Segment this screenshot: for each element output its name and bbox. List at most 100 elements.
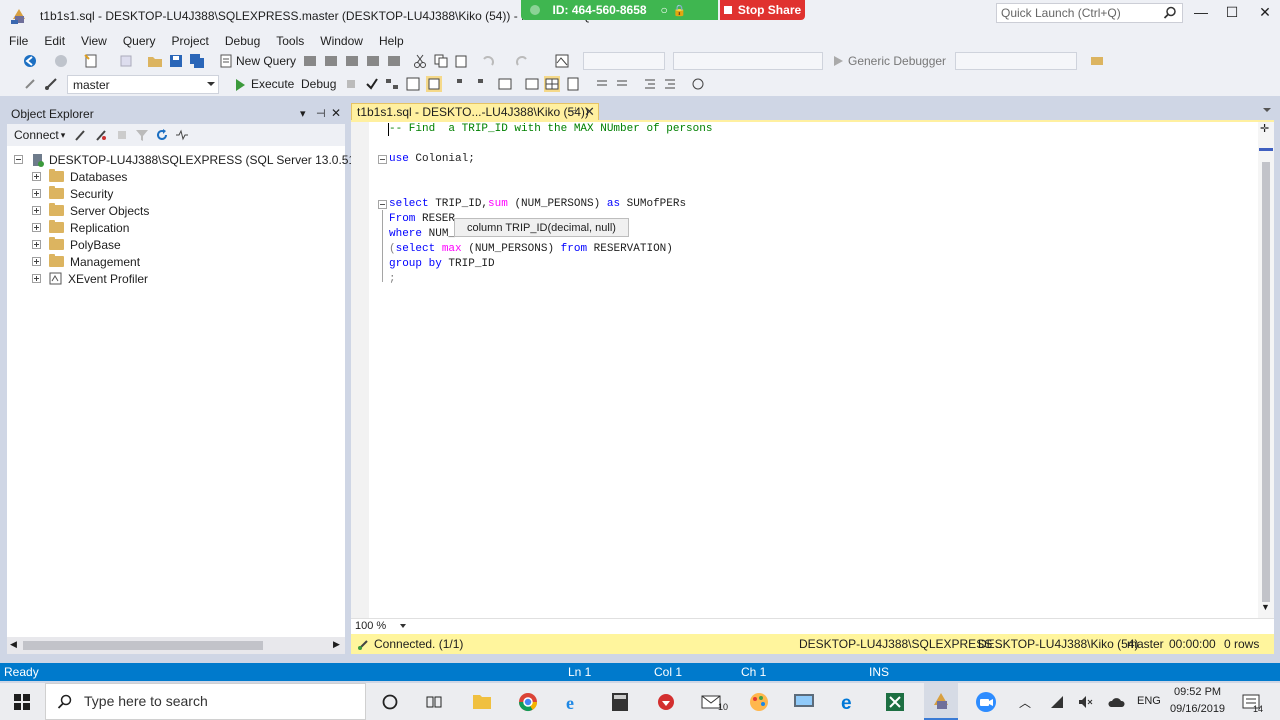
onedrive-icon[interactable]: [1107, 695, 1125, 709]
file-explorer-icon[interactable]: [472, 692, 492, 710]
tree-item-security[interactable]: Security: [32, 185, 113, 202]
forward-icon[interactable]: [53, 53, 69, 69]
tree-item-replication[interactable]: Replication: [32, 219, 129, 236]
clock-date[interactable]: 09/16/2019: [1170, 703, 1225, 715]
results-grid-icon[interactable]: [544, 76, 560, 92]
tree-item-server-objects[interactable]: Server Objects: [32, 202, 149, 219]
back-icon[interactable]: [22, 53, 38, 69]
tab-list-dropdown-icon[interactable]: [1263, 108, 1271, 112]
wifi-icon[interactable]: [1049, 694, 1065, 710]
filter-icon[interactable]: [135, 128, 149, 142]
pause-icon[interactable]: ○: [661, 3, 668, 17]
decrease-indent-icon[interactable]: [642, 76, 658, 92]
expand-icon[interactable]: [32, 189, 41, 198]
tree-item-management[interactable]: Management: [32, 253, 140, 270]
tree-item-xevent-profiler[interactable]: XEvent Profiler: [32, 270, 148, 287]
menu-query[interactable]: Query: [123, 34, 156, 48]
zoom-level[interactable]: 100 %: [355, 620, 386, 632]
maximize-button[interactable]: ☐: [1217, 4, 1247, 24]
pin-tab-icon[interactable]: ⊣: [568, 106, 577, 117]
solution-config-dropdown[interactable]: [583, 52, 665, 70]
open-file-icon[interactable]: [147, 53, 163, 69]
new-project-icon[interactable]: [83, 53, 99, 69]
menu-file[interactable]: File: [9, 34, 28, 48]
menu-tools[interactable]: Tools: [276, 34, 304, 48]
scrollbar-thumb[interactable]: [23, 641, 263, 650]
zoom-icon[interactable]: [975, 691, 997, 713]
scrollbar-thumb[interactable]: [1262, 162, 1270, 602]
collapse-icon[interactable]: [14, 155, 23, 164]
connect-dropdown[interactable]: Connect: [14, 128, 59, 142]
panel-close-icon[interactable]: ✕: [331, 106, 341, 120]
lock-icon[interactable]: 🔒: [673, 4, 687, 17]
minimize-button[interactable]: —: [1186, 4, 1216, 24]
debug-target-dropdown[interactable]: [955, 52, 1077, 70]
solution-platform-dropdown[interactable]: [673, 52, 823, 70]
new-query-button[interactable]: New Query: [236, 54, 296, 68]
code-line-9[interactable]: (select max (NUM_PERSONS) from RESERVATI…: [389, 242, 673, 257]
dmx-query-icon[interactable]: [344, 53, 360, 69]
expand-icon[interactable]: [32, 223, 41, 232]
xmla-query-icon[interactable]: [365, 53, 381, 69]
expand-icon[interactable]: [32, 206, 41, 215]
code-line-6[interactable]: select TRIP_ID,sum (NUM_PERSONS) as SUMo…: [389, 197, 686, 212]
new-query-icon[interactable]: [218, 53, 234, 69]
expand-icon[interactable]: [32, 274, 41, 283]
sql-editor[interactable]: -- Find a TRIP_ID with the MAX NUmber of…: [351, 122, 1274, 618]
cortana-icon[interactable]: [381, 693, 399, 711]
scroll-down-icon[interactable]: ▼: [1261, 602, 1270, 612]
edge-icon[interactable]: e: [840, 692, 860, 712]
comment-icon[interactable]: [594, 76, 610, 92]
excel-icon[interactable]: [885, 692, 905, 712]
code-line-8[interactable]: where NUM_: [389, 227, 455, 242]
remote-desktop-icon[interactable]: [793, 692, 815, 712]
horizontal-scrollbar[interactable]: ◀ ▶: [7, 637, 345, 654]
scroll-right-icon[interactable]: ▶: [333, 639, 340, 650]
intellisense-icon[interactable]: [426, 76, 442, 92]
language-indicator[interactable]: ENG: [1137, 695, 1161, 707]
undo-icon[interactable]: [480, 53, 496, 69]
menu-window[interactable]: Window: [320, 34, 363, 48]
close-tab-icon[interactable]: ✕: [584, 104, 595, 120]
execute-button[interactable]: Execute: [251, 77, 294, 91]
refresh-icon[interactable]: [155, 128, 169, 142]
connect-object-icon[interactable]: [73, 128, 87, 142]
code-line-3[interactable]: use Colonial;: [389, 152, 475, 167]
results-file-icon[interactable]: [565, 76, 581, 92]
stop-icon[interactable]: [115, 128, 129, 142]
execute-icon[interactable]: [232, 77, 248, 93]
debug-button[interactable]: Debug: [301, 77, 336, 91]
menu-edit[interactable]: Edit: [44, 34, 65, 48]
cut-icon[interactable]: [412, 53, 428, 69]
close-button[interactable]: ✕: [1250, 4, 1280, 24]
code-line-10[interactable]: group by TRIP_ID: [389, 257, 495, 272]
start-button[interactable]: [0, 683, 45, 720]
toolbar-options-icon[interactable]: [1089, 53, 1105, 69]
display-plan-icon[interactable]: [384, 76, 400, 92]
cancel-query-icon[interactable]: [343, 76, 359, 92]
split-editor-icon[interactable]: ✛: [1260, 122, 1269, 135]
menu-help[interactable]: Help: [379, 34, 404, 48]
include-plan-icon[interactable]: [455, 76, 471, 92]
expand-icon[interactable]: [32, 240, 41, 249]
activity-monitor-icon[interactable]: [554, 53, 570, 69]
chevron-down-icon[interactable]: [400, 624, 406, 628]
parse-icon[interactable]: [364, 76, 380, 92]
change-connection-icon[interactable]: [43, 76, 59, 92]
database-selector[interactable]: master: [67, 75, 219, 94]
show-hidden-icons-icon[interactable]: ︿: [1019, 694, 1031, 711]
save-icon[interactable]: [168, 53, 184, 69]
das-query-icon[interactable]: [386, 53, 402, 69]
activity-monitor-icon[interactable]: [175, 128, 189, 142]
ssms-taskbar-button[interactable]: [924, 683, 958, 720]
menu-project[interactable]: Project: [172, 34, 209, 48]
debugger-selector[interactable]: Generic Debugger: [848, 54, 946, 68]
tab-query-file[interactable]: t1b1s1.sql - DESKTO...-LU4J388\Kiko (54)…: [351, 103, 599, 121]
mdx-query-icon[interactable]: [323, 53, 339, 69]
app-shield-icon[interactable]: [656, 692, 676, 712]
client-stats-icon[interactable]: [497, 76, 513, 92]
expand-icon[interactable]: [32, 257, 41, 266]
taskbar-search-input[interactable]: Type here to search: [45, 683, 366, 720]
paint-icon[interactable]: [748, 691, 770, 713]
scroll-left-icon[interactable]: ◀: [10, 639, 17, 650]
